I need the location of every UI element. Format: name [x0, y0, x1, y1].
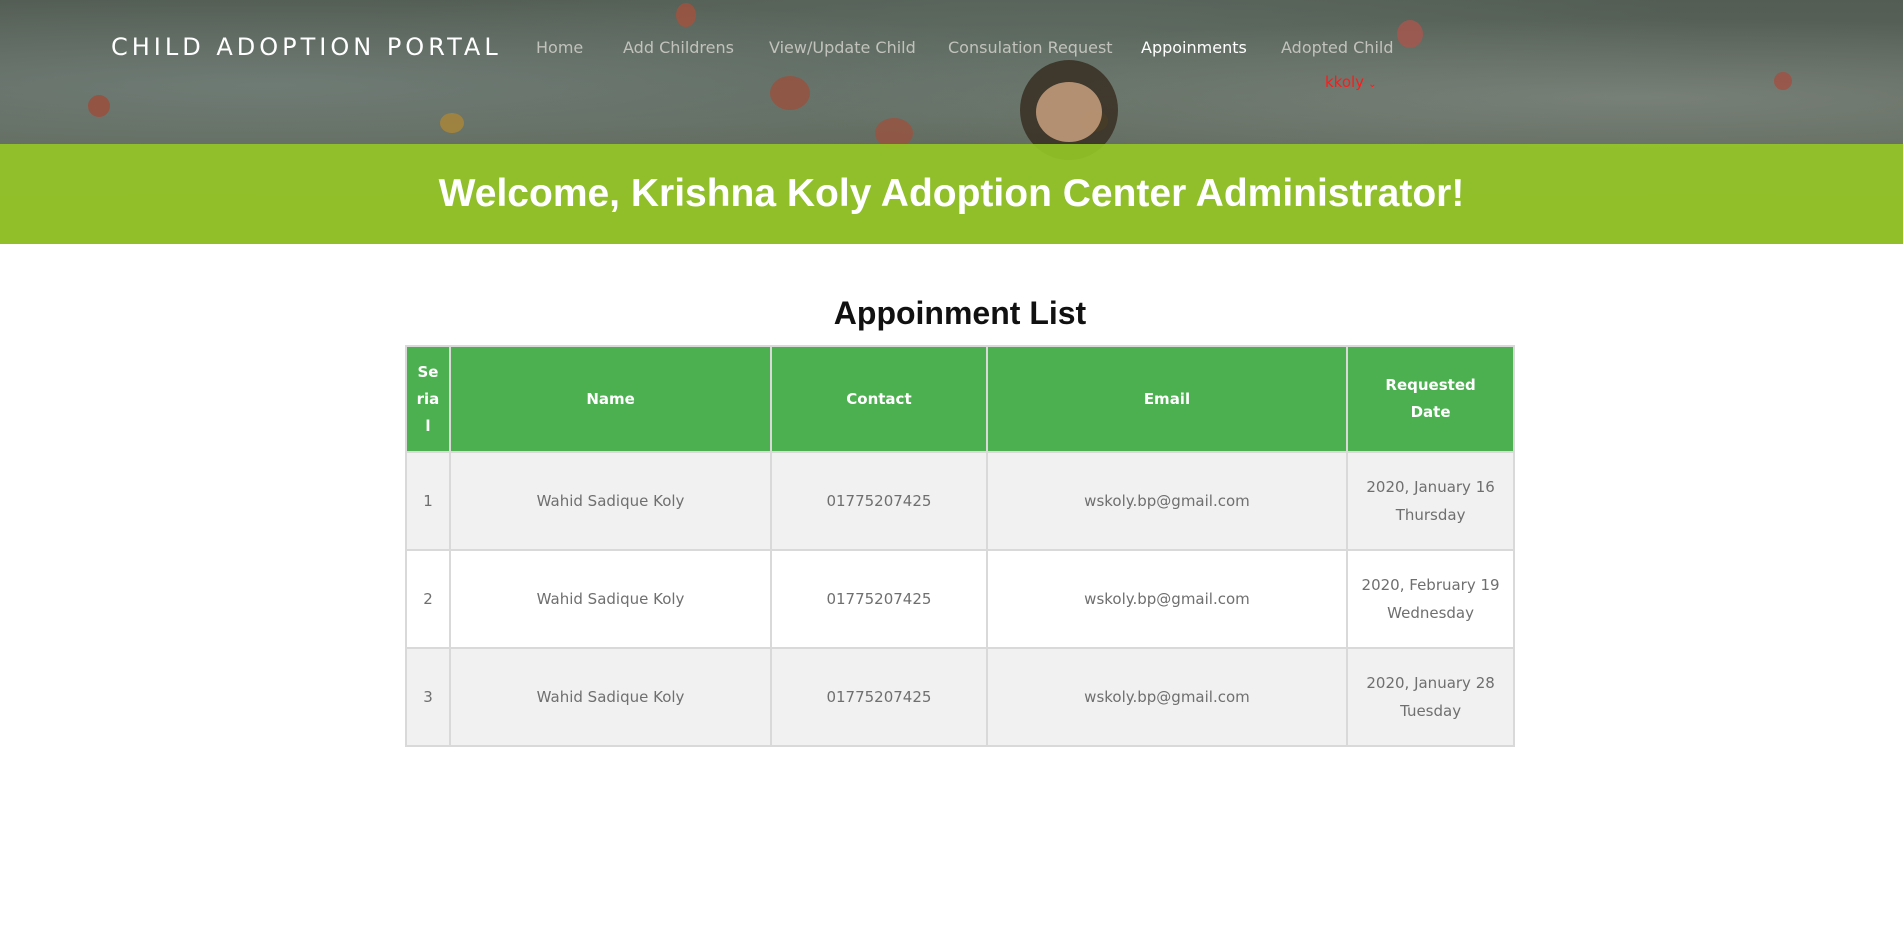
date-text: 2020, January 28: [1366, 674, 1495, 692]
cell-requested-date: 2020, January 28 Tuesday: [1346, 647, 1515, 747]
cell-requested-date: 2020, February 19 Wednesday: [1346, 549, 1515, 649]
welcome-heading: Welcome, Krishna Koly Adoption Center Ad…: [438, 172, 1465, 215]
nav-consultation-request[interactable]: Consulation Request: [948, 38, 1113, 57]
cell-contact: 01775207425: [770, 451, 988, 551]
cell-contact: 01775207425: [770, 647, 988, 747]
user-menu-label: kkoly: [1325, 73, 1365, 91]
top-navigation: CHILD ADOPTION PORTAL Home Add Childrens…: [0, 0, 1903, 144]
weekday-text: Wednesday: [1387, 604, 1474, 622]
welcome-banner: Welcome, Krishna Koly Adoption Center Ad…: [0, 144, 1903, 244]
cell-serial: 3: [405, 647, 451, 747]
hero-banner: CHILD ADOPTION PORTAL Home Add Childrens…: [0, 0, 1903, 244]
column-header-label: Serial: [416, 362, 440, 435]
table-row: 2 Wahid Sadique Koly 01775207425 wskoly.…: [405, 549, 1515, 649]
column-header-contact: Contact: [770, 345, 988, 453]
cell-name: Wahid Sadique Koly: [448, 451, 773, 551]
nav-adopted-child[interactable]: Adopted Child: [1281, 38, 1393, 57]
column-header-requested-date: Requested Date: [1346, 345, 1515, 453]
cell-email: wskoly.bp@gmail.com: [985, 451, 1349, 551]
column-header-name: Name: [448, 345, 773, 453]
site-brand[interactable]: CHILD ADOPTION PORTAL: [111, 33, 502, 61]
weekday-text: Tuesday: [1400, 702, 1462, 720]
cell-requested-date: 2020, January 16 Thursday: [1346, 451, 1515, 551]
user-menu-dropdown[interactable]: kkoly ⌄: [1325, 73, 1376, 91]
date-text: 2020, January 16: [1366, 478, 1495, 496]
column-header-serial: Serial: [405, 345, 451, 453]
nav-home[interactable]: Home: [536, 38, 583, 57]
column-header-label: Requested Date: [1385, 376, 1476, 421]
column-header-email: Email: [985, 345, 1349, 453]
cell-email: wskoly.bp@gmail.com: [985, 647, 1349, 747]
cell-serial: 1: [405, 451, 451, 551]
cell-serial: 2: [405, 549, 451, 649]
chevron-down-icon: ⌄: [1368, 79, 1377, 90]
cell-name: Wahid Sadique Koly: [448, 549, 773, 649]
table-row: 1 Wahid Sadique Koly 01775207425 wskoly.…: [405, 451, 1515, 551]
appointment-table: Serial Name Contact Email Requested Date…: [405, 345, 1515, 747]
cell-contact: 01775207425: [770, 549, 988, 649]
table-header-row: Serial Name Contact Email Requested Date: [405, 345, 1515, 453]
cell-email: wskoly.bp@gmail.com: [985, 549, 1349, 649]
page-title: Appoinment List: [833, 295, 1087, 331]
nav-view-update-child[interactable]: View/Update Child: [769, 38, 916, 57]
table-row: 3 Wahid Sadique Koly 01775207425 wskoly.…: [405, 647, 1515, 747]
nav-appointments[interactable]: Appoinments: [1141, 38, 1247, 57]
date-text: 2020, February 19: [1361, 576, 1500, 594]
weekday-text: Thursday: [1395, 506, 1466, 524]
cell-name: Wahid Sadique Koly: [448, 647, 773, 747]
nav-add-childrens[interactable]: Add Childrens: [623, 38, 734, 57]
